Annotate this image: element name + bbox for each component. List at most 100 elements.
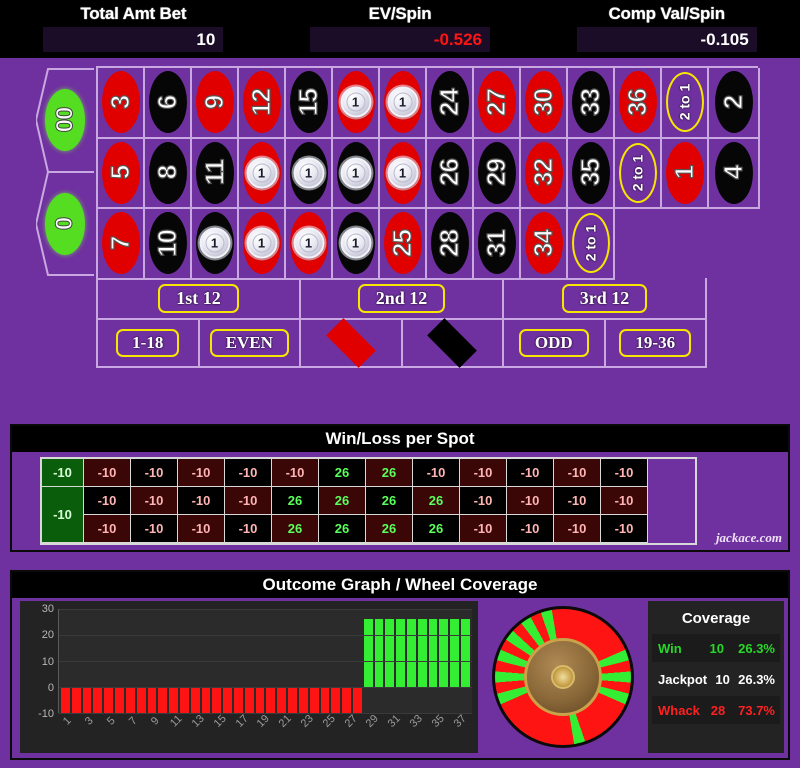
winloss-cell: -10 (460, 515, 507, 543)
bet-cell-27[interactable]: 27 (474, 68, 521, 139)
pocket-14: 141 (242, 141, 281, 204)
bet-chip[interactable]: 1 (387, 157, 418, 189)
bet-cell-11[interactable]: 11 (192, 138, 239, 210)
bet-cell-36[interactable]: 36 (615, 68, 662, 139)
pocket-8: 8 (148, 141, 187, 204)
graph-x-slot: 29 (363, 713, 381, 749)
bet-high-19-36[interactable]: 19-36 (605, 320, 707, 368)
bet-chip[interactable]: 1 (199, 227, 230, 259)
pocket-27: 27 (477, 71, 516, 134)
bet-chip[interactable]: 1 (293, 227, 324, 259)
bet-cell-13[interactable]: 131 (192, 209, 239, 280)
bet-dozen-1[interactable]: 1st 12 (98, 278, 301, 320)
graph-bar (320, 687, 330, 713)
bet-chip[interactable]: 1 (387, 86, 418, 118)
winloss-cell: -10 (601, 487, 648, 515)
bet-chip[interactable]: 1 (246, 227, 277, 259)
graph-gridline: 10 (42, 656, 472, 668)
bet-cell-19[interactable]: 191 (286, 209, 333, 280)
bet-cell-34[interactable]: 34 (521, 209, 568, 280)
bet-chip[interactable]: 1 (340, 157, 371, 189)
dozen-label: 2nd 12 (357, 283, 446, 313)
graph-x-slot: 21 (276, 713, 294, 749)
bet-cell-4[interactable]: 4 (709, 138, 760, 210)
bet-black[interactable] (402, 318, 504, 368)
pocket-label: 11 (198, 160, 229, 187)
pocket-12: 12 (242, 71, 281, 134)
bet-cell-22[interactable]: 221 (333, 209, 380, 280)
bet-chip[interactable]: 1 (340, 86, 371, 118)
bet-column-2to1-row2[interactable]: 2 to 1 (615, 138, 662, 210)
bet-cell-17[interactable]: 171 (286, 138, 333, 210)
bet-chip[interactable]: 1 (246, 157, 277, 189)
graph-bar (71, 687, 81, 713)
bet-even[interactable]: EVEN (199, 320, 301, 368)
bet-cell-5[interactable]: 5 (98, 138, 145, 210)
bet-cell-0[interactable]: 0 (36, 172, 94, 276)
bet-cell-10[interactable]: 10 (145, 209, 192, 280)
bet-column-2to1-row1[interactable]: 2 to 1 (662, 68, 709, 139)
bet-cell-1[interactable]: 1 (662, 138, 709, 210)
bet-odd[interactable]: ODD (504, 320, 606, 368)
outcome-title: Outcome Graph / Wheel Coverage (12, 572, 788, 598)
bet-cell-35[interactable]: 35 (568, 138, 615, 210)
bet-cell-30[interactable]: 30 (521, 68, 568, 139)
graph-bar (331, 687, 341, 713)
outside-label: 1-18 (116, 329, 180, 357)
bet-cell-15[interactable]: 15 (286, 68, 333, 139)
bet-cell-16[interactable]: 161 (239, 209, 286, 280)
bet-cell-00[interactable]: 00 (36, 68, 94, 172)
win-loss-panel: Win/Loss per Spot -10 -10 -10 -10 -10 -10 -10 2… (10, 424, 790, 552)
bet-column-2to1-row3[interactable]: 2 to 1 (568, 209, 615, 280)
bet-red[interactable] (301, 318, 403, 368)
graph-bar (136, 687, 146, 713)
bet-cell-32[interactable]: 32 (521, 138, 568, 210)
bet-cell-31[interactable]: 31 (474, 209, 521, 280)
bet-cell-29[interactable]: 29 (474, 138, 521, 210)
bet-dozen-2[interactable]: 2nd 12 (301, 278, 504, 320)
bet-cell-26[interactable]: 26 (427, 138, 474, 210)
zero-column: 00 0 (36, 68, 94, 276)
bet-cell-3[interactable]: 3 (98, 68, 145, 139)
roulette-simulator-page: Total Amt Bet 10 EV/Spin -0.526 Comp Val… (0, 0, 800, 768)
bet-cell-14[interactable]: 141 (239, 138, 286, 210)
graph-bar (439, 619, 449, 687)
winloss-cell: 26 (366, 459, 413, 487)
pocket-label: 35 (574, 159, 605, 187)
outside-label: ODD (518, 329, 589, 357)
bet-low-1-18[interactable]: 1-18 (98, 320, 200, 368)
bet-chip[interactable]: 1 (293, 157, 324, 189)
dozen-label: 1st 12 (158, 283, 239, 313)
bet-cell-7[interactable]: 7 (98, 209, 145, 280)
bet-cell-25[interactable]: 25 (380, 209, 427, 280)
pocket-label: 9 (198, 95, 229, 110)
bet-cell-18[interactable]: 181 (333, 68, 380, 139)
bet-cell-6[interactable]: 6 (145, 68, 192, 139)
pocket-label: 32 (527, 159, 558, 187)
chip-value: 1 (304, 235, 313, 251)
graph-bar (407, 619, 416, 687)
bet-cell-23[interactable]: 231 (380, 138, 427, 210)
bet-cell-33[interactable]: 33 (568, 68, 615, 139)
graph-x-slot: 3 (80, 715, 96, 749)
bet-cell-2[interactable]: 2 (709, 68, 760, 139)
bet-cell-20[interactable]: 201 (333, 138, 380, 210)
graph-bar (396, 619, 405, 687)
bet-cell-24[interactable]: 24 (427, 68, 474, 139)
bet-cell-12[interactable]: 12 (239, 68, 286, 139)
column-bet-label: 2 to 1 (629, 154, 646, 192)
bet-cell-9[interactable]: 9 (192, 68, 239, 139)
bet-cell-8[interactable]: 8 (145, 138, 192, 210)
bet-cell-21[interactable]: 211 (380, 68, 427, 139)
pocket-18: 181 (336, 71, 375, 134)
graph-plot-area: -10 0 10 20 30 (38, 603, 472, 720)
winloss-cell: 26 (366, 515, 413, 543)
bet-cell-28[interactable]: 28 (427, 209, 474, 280)
outside-label: 19-36 (619, 329, 692, 357)
graph-bar (147, 687, 157, 713)
stat-value: -0.105 (576, 27, 757, 52)
bet-dozen-3[interactable]: 3rd 12 (504, 278, 707, 320)
win-loss-title: Win/Loss per Spot (12, 426, 788, 452)
chip-value: 1 (304, 165, 313, 181)
bet-chip[interactable]: 1 (340, 227, 371, 259)
